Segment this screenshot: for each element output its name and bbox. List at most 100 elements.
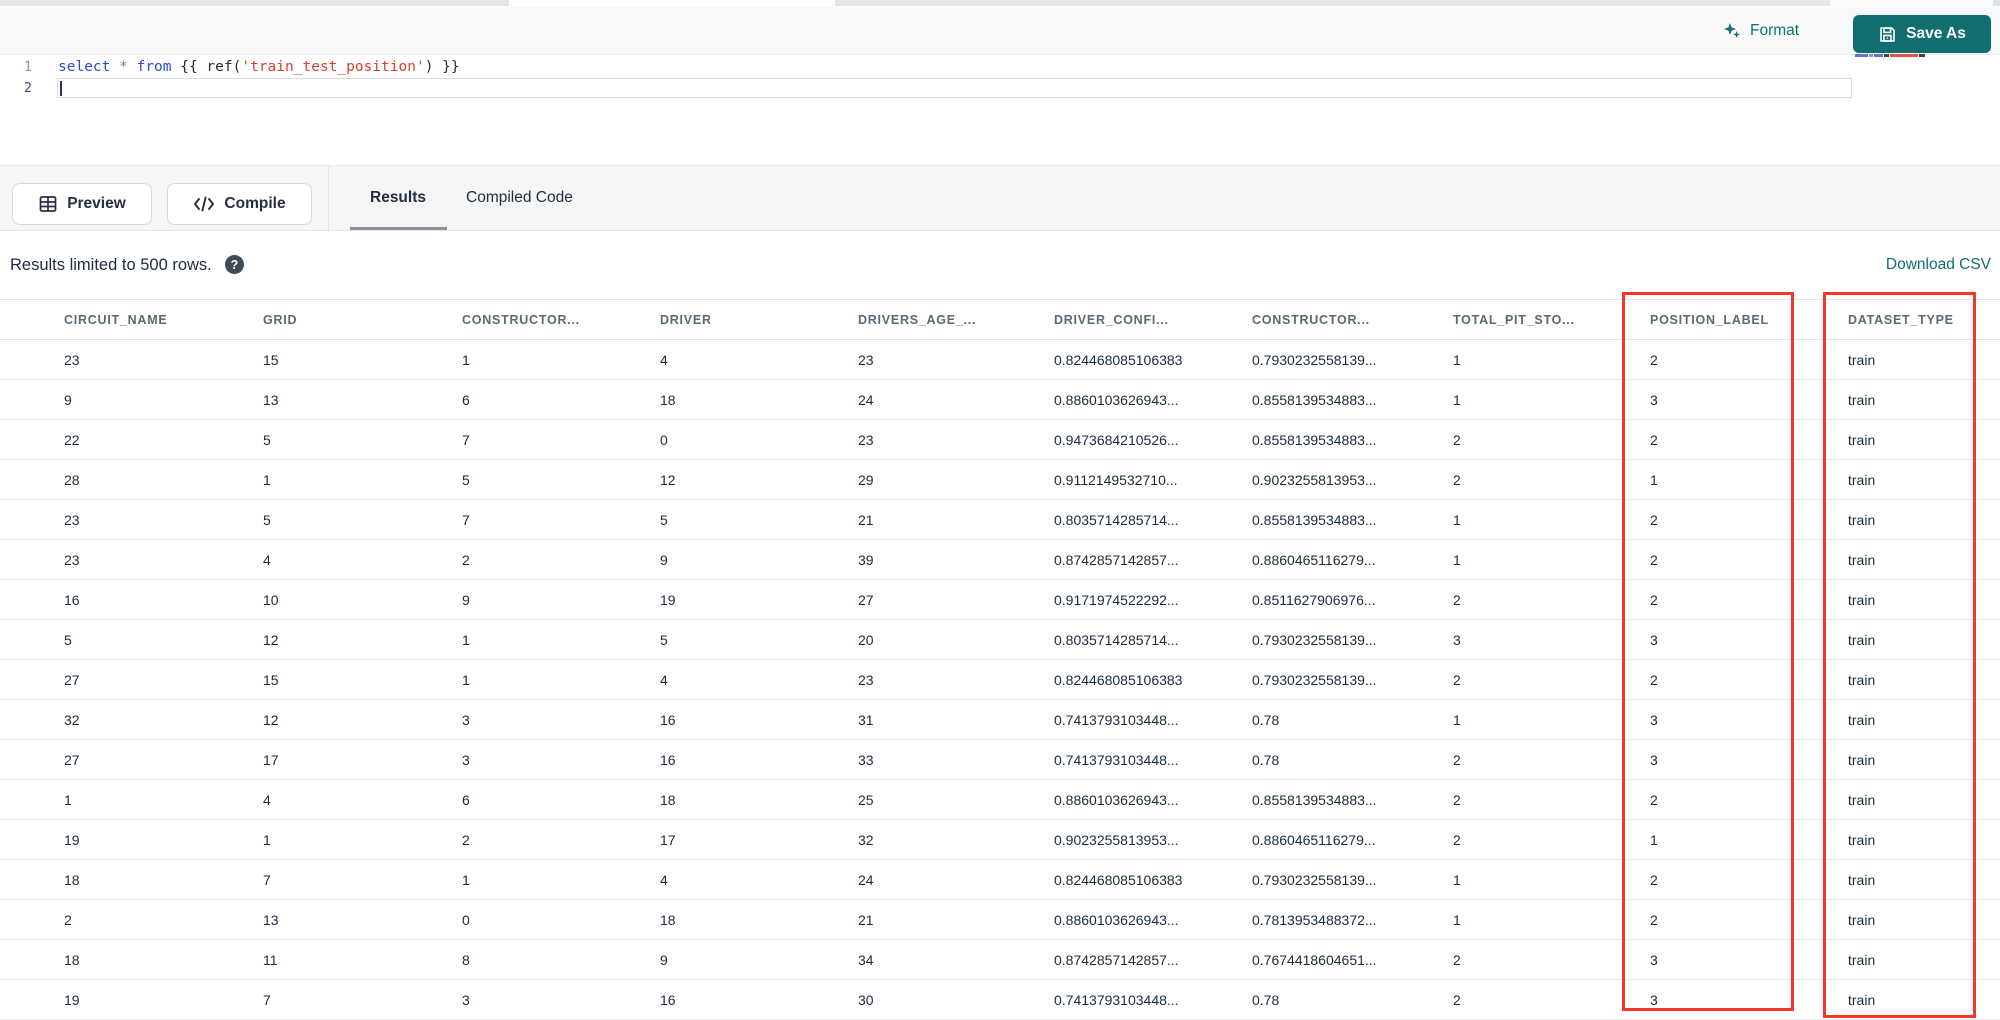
table-cell: 7 xyxy=(263,871,271,888)
table-cell: 29 xyxy=(858,471,874,488)
table-cell: train xyxy=(1848,511,1876,528)
table-cell: 30 xyxy=(858,991,874,1008)
table-row: 1 4 6 18 25 0.8860103626943... 0.8558139534883… xyxy=(0,780,2000,820)
table-cell: 0.8860465116279... xyxy=(1252,551,1376,568)
editor-minimap[interactable] xyxy=(1855,51,1995,59)
table-cell: 2 xyxy=(1453,991,1461,1008)
table-cell: 9 xyxy=(660,951,668,968)
table-cell: 3 xyxy=(462,711,470,728)
column-header: CONSTRUCTOR... xyxy=(462,312,580,327)
table-cell: 12 xyxy=(263,631,279,648)
table-cell: 0.7413793103448... xyxy=(1054,751,1179,768)
table-cell: 27 xyxy=(64,751,80,768)
table-cell: 0.8558139534883... xyxy=(1252,431,1377,448)
table-cell: 2 xyxy=(1650,551,1658,568)
table-cell: 1 xyxy=(1453,391,1461,408)
sparkles-icon xyxy=(1722,21,1742,41)
table-cell: 10 xyxy=(263,591,279,608)
editor-active-line[interactable] xyxy=(57,78,1852,98)
table-cell: 3 xyxy=(462,751,470,768)
table-cell: 2 xyxy=(1453,751,1461,768)
tab-strip-segment xyxy=(1830,0,1993,6)
table-cell: 5 xyxy=(64,631,72,648)
table-cell: 1 xyxy=(1650,471,1658,488)
table-cell: 0.9023255813953... xyxy=(1054,831,1179,848)
table-cell: 0.8558139534883... xyxy=(1252,791,1377,808)
table-cell: 24 xyxy=(858,391,874,408)
table-cell: 2 xyxy=(1453,831,1461,848)
table-cell: 1 xyxy=(64,791,72,808)
table-cell: 0.7930232558139... xyxy=(1252,671,1377,688)
table-cell: train xyxy=(1848,551,1876,568)
column-header: POSITION_LABEL xyxy=(1650,312,1769,327)
table-cell: 0.7674418604651... xyxy=(1252,951,1377,968)
table-cell: 0.9473684210526... xyxy=(1054,431,1179,448)
table-grid-icon xyxy=(38,194,58,214)
sql-editor[interactable]: 12 select * from {{ ref('train_test_posi… xyxy=(0,53,2000,165)
table-cell: 16 xyxy=(660,991,676,1008)
results-limit-text: Results limited to 500 rows. xyxy=(10,256,212,274)
table-cell: 25 xyxy=(858,791,874,808)
column-header: TOTAL_PIT_STO... xyxy=(1453,312,1575,327)
format-button[interactable]: Format xyxy=(1722,15,1799,47)
column-header: DATASET_TYPE xyxy=(1848,312,1954,327)
results-info-row: Results limited to 500 rows. ? Download … xyxy=(0,232,2000,299)
table-row: 9 13 6 18 24 0.8860103626943... 0.855813953488… xyxy=(0,380,2000,420)
minimap-code-segment xyxy=(1869,53,1873,57)
help-icon[interactable]: ? xyxy=(225,255,244,274)
table-cell: 0.8558139534883... xyxy=(1252,511,1377,528)
table-cell: 12 xyxy=(263,711,279,728)
table-cell: 15 xyxy=(263,671,279,688)
tab-results[interactable]: Results xyxy=(370,166,426,229)
table-cell: 23 xyxy=(858,431,874,448)
table-cell: 21 xyxy=(858,911,874,928)
table-cell: 2 xyxy=(1650,591,1658,608)
column-header: DRIVER_CONFI... xyxy=(1054,312,1169,327)
table-body: 23 15 1 4 23 0.824468085106383 0.7930232558139… xyxy=(0,340,2000,1020)
table-cell: 2 xyxy=(1453,591,1461,608)
table-cell: 1 xyxy=(462,871,470,888)
table-cell: 1 xyxy=(263,831,271,848)
table-cell: 12 xyxy=(660,471,676,488)
table-cell: 2 xyxy=(1650,511,1658,528)
minimap-code-segment xyxy=(1855,53,1868,57)
table-cell: 11 xyxy=(263,951,278,968)
table-cell: 2 xyxy=(1650,431,1658,448)
code-line[interactable]: select * from {{ ref('train_test_positio… xyxy=(58,57,460,78)
table-cell: 24 xyxy=(858,871,874,888)
compile-button[interactable]: Compile xyxy=(167,183,312,225)
table-cell: train xyxy=(1848,671,1876,688)
table-cell: 33 xyxy=(858,751,874,768)
table-cell: 16 xyxy=(64,591,80,608)
table-cell: 23 xyxy=(858,671,874,688)
text-cursor xyxy=(60,81,62,96)
save-as-label: Save As xyxy=(1906,25,1966,42)
table-cell: 13 xyxy=(263,911,279,928)
table-cell: 2 xyxy=(1650,911,1658,928)
table-cell: 21 xyxy=(858,511,874,528)
table-cell: 2 xyxy=(1650,791,1658,808)
download-csv-link[interactable]: Download CSV xyxy=(1886,256,1991,274)
table-cell: 0.9112149532710... xyxy=(1054,471,1178,488)
table-cell: 1 xyxy=(1453,711,1461,728)
preview-button[interactable]: Preview xyxy=(12,183,152,225)
table-cell: 18 xyxy=(64,871,80,888)
save-as-button[interactable]: Save As xyxy=(1853,15,1991,53)
table-cell: 2 xyxy=(462,831,470,848)
table-cell: 0.9023255813953... xyxy=(1252,471,1377,488)
table-cell: 3 xyxy=(1650,391,1658,408)
table-cell: train xyxy=(1848,991,1876,1008)
table-cell: 15 xyxy=(263,351,279,368)
table-cell: 0 xyxy=(660,431,668,448)
table-cell: 3 xyxy=(1650,991,1658,1008)
table-cell: 1 xyxy=(1453,911,1461,928)
table-cell: train xyxy=(1848,831,1876,848)
table-cell: 1 xyxy=(263,471,271,488)
table-cell: 3 xyxy=(1453,631,1461,648)
tab-compiled-code[interactable]: Compiled Code xyxy=(466,166,573,229)
column-header: CIRCUIT_NAME xyxy=(64,312,168,327)
table-cell: 2 xyxy=(1453,791,1461,808)
table-cell: 1 xyxy=(462,351,470,368)
table-cell: 34 xyxy=(858,951,874,968)
table-cell: 20 xyxy=(858,631,874,648)
